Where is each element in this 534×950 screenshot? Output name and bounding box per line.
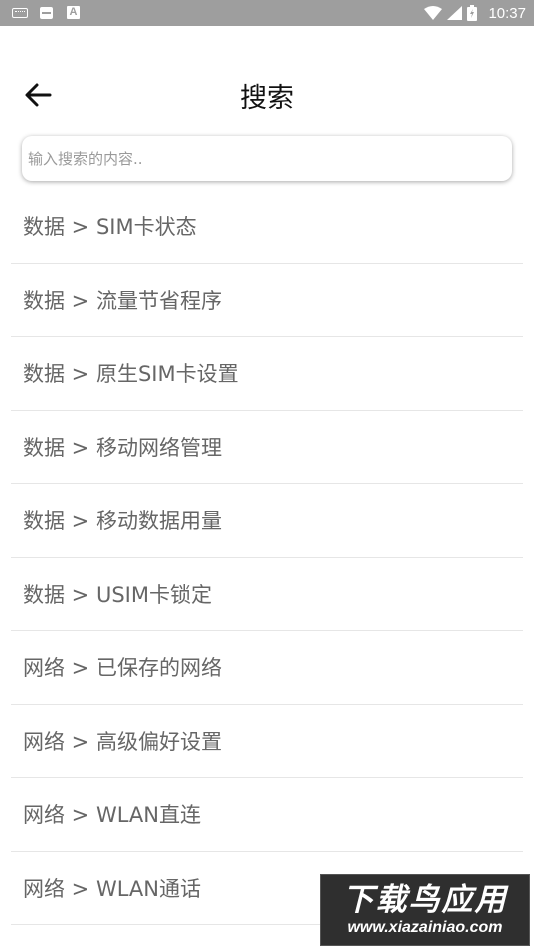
result-item-mobile-network-management[interactable]: 数据 > 移动网络管理 <box>11 411 523 484</box>
result-item-wlan-direct[interactable]: 网络 > WLAN直连 <box>11 778 523 852</box>
app-bar: 搜索 <box>0 60 534 130</box>
result-list: 数据 > SIM卡状态 数据 > 流量节省程序 数据 > 原生SIM卡设置 数据… <box>11 190 523 925</box>
signal-icon <box>447 6 463 20</box>
watermark-url: www.xiazainiao.com <box>347 919 503 936</box>
watermark-logo: 下载鸟应用 www.xiazainiao.com <box>320 874 530 946</box>
status-time: 10:37 <box>488 4 526 22</box>
result-item-data-saver[interactable]: 数据 > 流量节省程序 <box>11 264 523 337</box>
message-icon <box>40 7 53 19</box>
a-icon: A <box>67 6 80 19</box>
result-item-saved-networks[interactable]: 网络 > 已保存的网络 <box>11 631 523 705</box>
status-bar: A 10:37 <box>0 0 534 26</box>
battery-icon <box>467 5 478 21</box>
result-item-mobile-data-usage[interactable]: 数据 > 移动数据用量 <box>11 484 523 558</box>
keyboard-icon <box>12 8 28 18</box>
result-item-advanced-preferences[interactable]: 网络 > 高级偏好设置 <box>11 705 523 778</box>
watermark-title: 下载鸟应用 <box>342 882 508 918</box>
result-item-sim-status[interactable]: 数据 > SIM卡状态 <box>11 190 523 264</box>
wifi-icon <box>424 6 443 20</box>
result-item-native-sim-settings[interactable]: 数据 > 原生SIM卡设置 <box>11 337 523 411</box>
search-input[interactable] <box>22 136 512 181</box>
status-bar-right: 10:37 <box>424 0 526 26</box>
page-title: 搜索 <box>240 83 294 114</box>
search-box <box>22 136 512 181</box>
result-item-usim-lock[interactable]: 数据 > USIM卡锁定 <box>11 558 523 631</box>
